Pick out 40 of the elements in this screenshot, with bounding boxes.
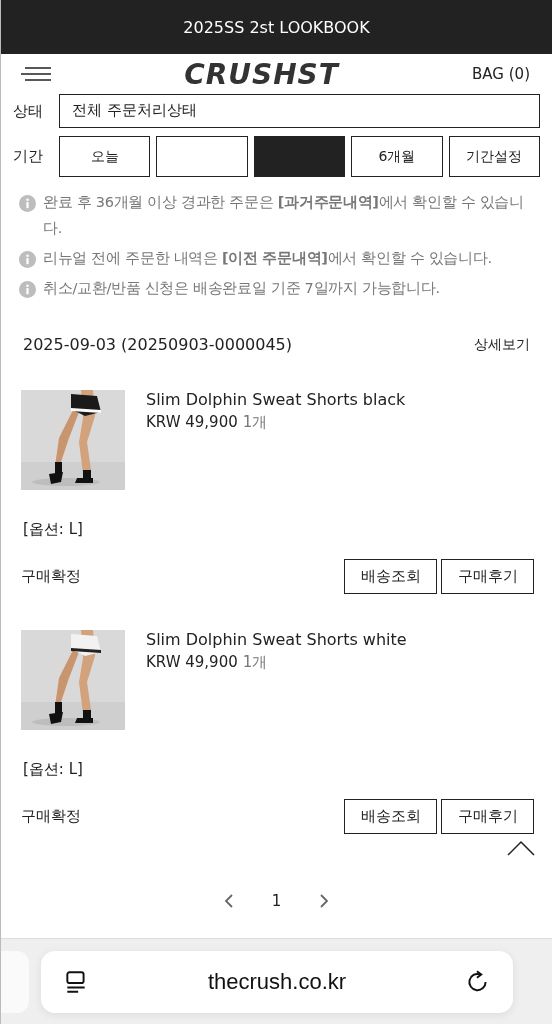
product-price: KRW 49,900 bbox=[146, 653, 238, 672]
product-option: [옵션: L] bbox=[21, 520, 534, 539]
product-price: KRW 49,900 bbox=[146, 413, 238, 432]
previous-page-icon[interactable] bbox=[223, 893, 234, 909]
address-bar[interactable]: thecrush.co.kr bbox=[41, 951, 513, 1013]
period-button[interactable]: 6개월 bbox=[351, 136, 443, 177]
page-number[interactable]: 1 bbox=[271, 892, 282, 910]
action-button[interactable]: 배송조회 bbox=[344, 559, 437, 594]
product-quantity: 1개 bbox=[242, 653, 268, 672]
product-option: [옵션: L] bbox=[21, 760, 534, 779]
banner-title: 2025SS 2st LOOKBOOK bbox=[183, 17, 370, 37]
status-dropdown[interactable]: 전체 주문처리상태 bbox=[59, 94, 540, 128]
period-button[interactable] bbox=[253, 136, 346, 177]
period-button[interactable] bbox=[156, 136, 248, 177]
product-name[interactable]: Slim Dolphin Sweat Shorts black bbox=[146, 390, 406, 409]
period-label: 기간 bbox=[13, 147, 44, 166]
info-icon bbox=[19, 251, 36, 268]
order-status: 구매확정 bbox=[21, 807, 81, 826]
product-quantity: 1개 bbox=[242, 413, 268, 432]
period-button[interactable]: 오늘 bbox=[59, 136, 151, 177]
info-icon bbox=[19, 195, 36, 212]
scroll-top-icon[interactable] bbox=[507, 840, 535, 856]
action-button[interactable]: 배송조회 bbox=[344, 799, 437, 834]
bag-link[interactable]: BAG (0) bbox=[472, 65, 530, 83]
status-label: 상태 bbox=[13, 101, 44, 121]
notice-text: 취소/교환/반품 신청은 배송완료일 기준 7일까지 가능합니다. bbox=[43, 279, 440, 298]
product-name[interactable]: Slim Dolphin Sweat Shorts white bbox=[146, 630, 407, 649]
order-status: 구매확정 bbox=[21, 567, 81, 586]
period-button[interactable]: 기간설정 bbox=[448, 136, 541, 177]
action-button[interactable]: 구매후기 bbox=[441, 559, 534, 594]
info-icon bbox=[19, 281, 36, 298]
top-banner[interactable]: 2025SS 2st LOOKBOOK bbox=[1, 0, 552, 54]
order-date: 2025-09-03 (20250903-0000045) bbox=[23, 335, 293, 354]
notice-text: 리뉴얼 전에 주문한 내역은 [이전 주문내역]에서 확인할 수 있습니다. bbox=[43, 249, 492, 268]
notice-text: 완료 후 36개월 이상 경과한 주문은 [과거주문내역]에서 확인할 수 있습니다. bbox=[43, 193, 525, 238]
menu-icon[interactable] bbox=[21, 67, 51, 81]
detail-link[interactable]: 상세보기 bbox=[474, 335, 530, 354]
next-page-icon[interactable] bbox=[319, 893, 330, 909]
logo[interactable]: CRUSHST bbox=[184, 57, 339, 91]
action-button[interactable]: 구매후기 bbox=[441, 799, 534, 834]
